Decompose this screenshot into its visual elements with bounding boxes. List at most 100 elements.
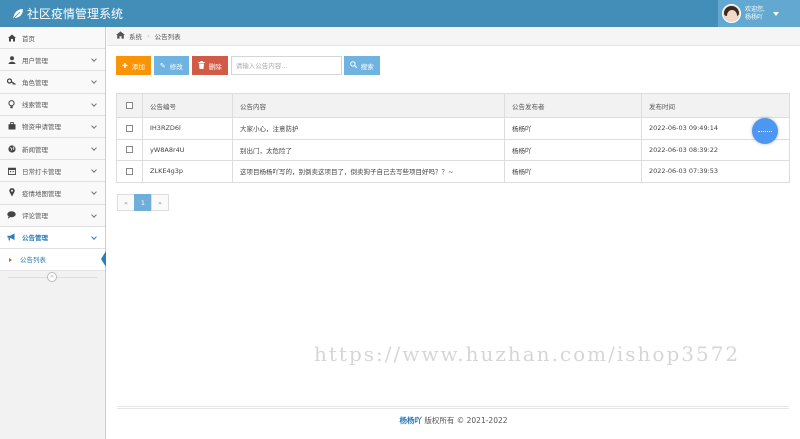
top-navbar: 社区疫情管理系统 欢迎您, 杨杨吖 [0,0,800,27]
comment-icon [7,211,16,219]
double-angle-left-icon[interactable]: « [47,271,57,282]
sidebar-item-label: 角色管理 [22,78,48,87]
sidebar-item-clues[interactable]: 线索管理 [0,93,105,116]
breadcrumb-root[interactable]: 系统 [129,31,142,41]
cell-id: ZLKE4g3p [142,160,233,183]
table-row[interactable]: IH3RZD6l 大家小心，注意防护 杨杨吖 2022-06-03 09:49:… [116,117,790,140]
sidebar-item-label: 首页 [22,34,35,43]
home-icon [7,34,16,42]
search-button[interactable]: 搜索 [343,56,380,75]
home-icon[interactable] [116,31,125,41]
page-button-current[interactable]: 1 [134,194,152,211]
key-icon [7,78,16,86]
sidebar-item-label: 新闻管理 [22,145,48,154]
select-all-cell [116,93,143,118]
select-all-checkbox[interactable] [126,102,133,109]
footer-copyright: 版权所有 © 2021-2022 [424,416,508,425]
chevron-down-icon [91,56,97,63]
chevron-down-icon [91,78,97,85]
table-row[interactable]: ZLKE4g3p 这项目杨杨吖写的，别倒卖这项目了，倒卖狗子自己去写些项目好吗？… [116,160,790,183]
cell-id: yW8A8r4U [142,138,233,161]
sidebar-item-label: 线索管理 [22,101,48,110]
user-menu[interactable]: 欢迎您, 杨杨吖 [718,0,800,27]
breadcrumb-separator-icon: › [147,32,150,40]
app-brand[interactable]: 社区疫情管理系统 [12,5,123,22]
footer: 杨杨吖 版权所有 © 2021-2022 [107,415,800,426]
footer-owner: 杨杨吖 [399,416,422,425]
chevron-down-icon [91,189,97,196]
prev-page-button[interactable]: « [117,194,135,211]
row-checkbox[interactable] [126,167,133,175]
column-header[interactable]: 公告编号 [142,93,233,118]
add-button-label: 添加 [131,62,145,71]
sidebar-collapse: « [0,271,105,284]
edit-button[interactable]: ✎ 修改 [153,56,189,75]
sidebar-item-label: 公告管理 [22,234,48,243]
chevron-down-icon [91,122,97,129]
user-info: 欢迎您, 杨杨吖 [745,6,765,22]
cell-publisher: 杨杨吖 [504,160,642,183]
row-select-cell [116,117,143,140]
delete-button[interactable]: 删除 [191,56,228,75]
table-header-row: 公告编号 公告内容 公告发布者 发布时间 [116,93,790,118]
sidebar-item-announcements[interactable]: 公告管理 [0,226,105,249]
plus-icon: ✚ [122,61,128,70]
sidebar-item-users[interactable]: 用户管理 [0,49,105,72]
sidebar: 首页 用户管理 角色管理 线索管理 物资申请管理 新闻管理 日常打卡管理 疫情地… [0,27,106,439]
sidebar-item-roles[interactable]: 角色管理 [0,71,105,94]
delete-button-label: 删除 [208,62,222,71]
sidebar-item-epidemic-map[interactable]: 疫情地图管理 [0,182,105,205]
user-greeting: 欢迎您, [745,5,765,13]
chevron-down-icon [91,100,97,107]
briefcase-icon [7,122,16,130]
avatar [722,4,741,23]
row-checkbox[interactable] [126,146,133,154]
sidebar-item-home[interactable]: 首页 [0,27,105,50]
caret-right-icon [9,257,12,262]
breadcrumb-current: 公告列表 [154,33,181,41]
trash-icon [198,60,205,71]
sidebar-item-news[interactable]: 新闻管理 [0,137,105,161]
sidebar-item-checkin[interactable]: 日常打卡管理 [0,160,105,183]
sidebar-subitem-announcement-list[interactable]: 公告列表 [0,248,106,271]
column-header[interactable]: 公告发布者 [504,93,642,118]
app-title: 社区疫情管理系统 [27,7,124,21]
sidebar-item-label: 日常打卡管理 [22,167,61,176]
globe-icon [7,144,16,153]
cell-content: 大家小心，注意防护 [232,117,505,140]
leaf-icon [12,8,23,19]
column-header[interactable]: 公告内容 [232,93,505,118]
cell-id: IH3RZD6l [142,117,233,140]
add-button[interactable]: ✚ 添加 [116,56,151,75]
table-row[interactable]: yW8A8r4U 别出门，太危险了 杨杨吖 2022-06-03 08:39:2… [116,138,790,161]
watermark: https://www.huzhan.com/ishop3572 [314,342,741,366]
dots-icon [758,130,772,132]
search-input[interactable] [230,56,342,75]
chevron-down-icon [91,233,97,240]
chevron-down-icon [91,145,97,151]
sidebar-item-comments[interactable]: 评论管理 [0,204,105,227]
next-page-button[interactable]: » [151,194,169,211]
calendar-icon [7,167,16,175]
map-marker-icon [7,188,16,197]
footer-divider [117,406,789,409]
column-header[interactable]: 发布时间 [641,93,790,118]
cell-publisher: 杨杨吖 [504,117,642,140]
user-name: 杨杨吖 [745,13,764,21]
sidebar-item-supplies[interactable]: 物资申请管理 [0,115,105,138]
search-button-label: 搜索 [360,62,374,71]
row-checkbox[interactable] [126,124,133,132]
sidebar-item-label: 疫情地图管理 [22,189,61,198]
cell-publisher: 杨杨吖 [504,138,642,161]
sidebar-item-label: 物资申请管理 [22,123,61,132]
sidebar-item-label: 评论管理 [22,212,48,221]
floating-assist-button[interactable] [752,118,778,144]
chevron-down-icon [91,167,97,173]
active-marker [101,250,106,267]
bullhorn-icon [7,233,16,241]
search-icon [349,61,357,70]
cell-time: 2022-06-03 07:39:53 [641,160,790,183]
breadcrumb: 系统 › 公告列表 [107,27,800,46]
chevron-down-icon [91,211,97,218]
cell-content: 这项目杨杨吖写的，别倒卖这项目了，倒卖狗子自己去写些项目好吗？？~ [232,160,505,183]
